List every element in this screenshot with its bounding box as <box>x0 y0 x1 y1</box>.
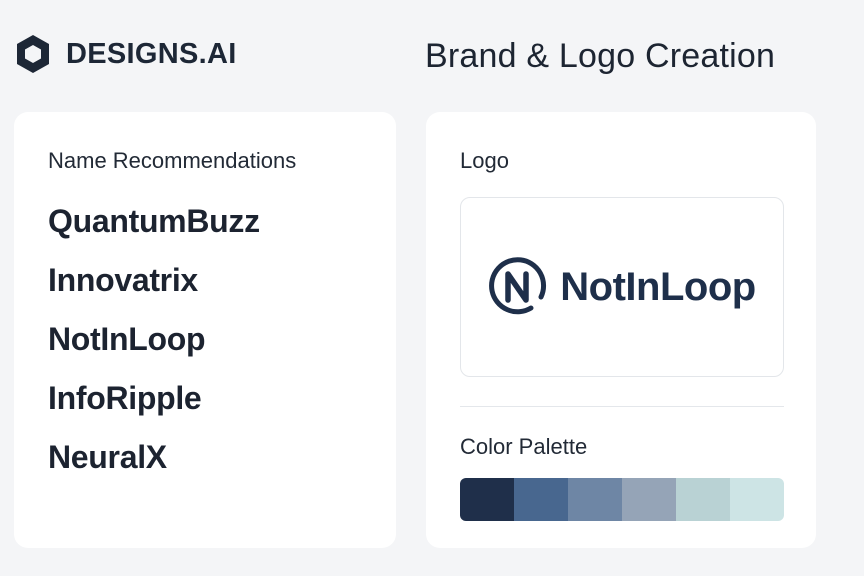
page-title: Brand & Logo Creation <box>425 37 776 75</box>
name-list: QuantumBuzz Innovatrix NotInLoop InfoRip… <box>48 202 260 497</box>
n-loop-icon <box>488 257 548 317</box>
logo-preview[interactable]: NotInLoop <box>460 197 784 377</box>
color-swatch[interactable] <box>622 478 676 521</box>
name-item[interactable]: QuantumBuzz <box>48 202 260 261</box>
app-page: DESIGNS.AI Brand & Logo Creation Name Re… <box>0 0 864 576</box>
name-item[interactable]: NotInLoop <box>48 320 260 379</box>
color-swatch[interactable] <box>568 478 622 521</box>
brand-name: DESIGNS.AI <box>66 37 237 70</box>
logo-card: Logo NotInLoop Color Palette <box>426 112 816 548</box>
name-item[interactable]: Innovatrix <box>48 261 260 320</box>
name-recommendations-title: Name Recommendations <box>48 148 297 173</box>
hexagon-icon <box>14 33 52 75</box>
color-swatch[interactable] <box>730 478 784 521</box>
name-recommendations-card: Name Recommendations QuantumBuzz Innovat… <box>14 112 396 548</box>
name-item[interactable]: InfoRipple <box>48 379 260 438</box>
logo-title: Logo <box>460 148 509 173</box>
brand[interactable]: DESIGNS.AI <box>14 33 237 75</box>
color-palette-title: Color Palette <box>460 434 588 459</box>
name-item[interactable]: NeuralX <box>48 438 260 497</box>
color-swatch[interactable] <box>514 478 568 521</box>
color-swatch[interactable] <box>676 478 730 521</box>
color-palette <box>460 478 784 521</box>
color-swatch[interactable] <box>460 478 514 521</box>
divider <box>460 406 784 407</box>
logo-wordmark: NotInLoop <box>560 264 756 309</box>
